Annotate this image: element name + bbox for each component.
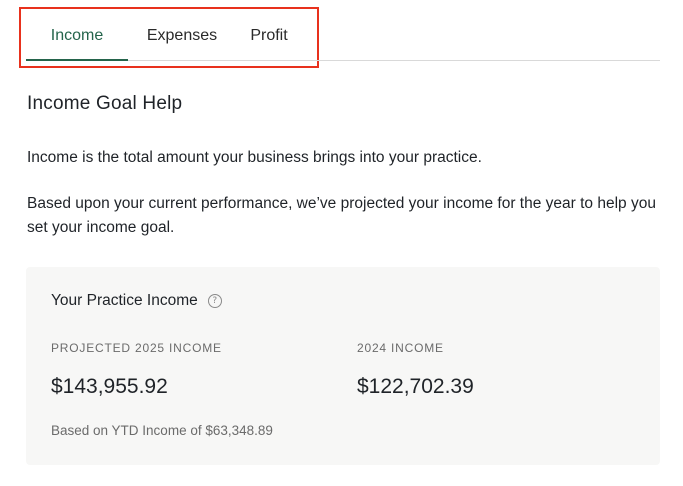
card-title-text: Your Practice Income	[51, 292, 198, 309]
tab-expenses[interactable]: Expenses	[128, 12, 236, 60]
practice-income-card: Your Practice Income ? PROJECTED 2025 IN…	[26, 267, 660, 465]
projection-explanation-text: Based upon your current performance, we’…	[27, 195, 656, 236]
tab-income[interactable]: Income	[26, 12, 128, 61]
page-title: Income Goal Help	[27, 93, 183, 114]
question-circle-icon[interactable]: ?	[207, 294, 222, 308]
income-definition-text: Income is the total amount your business…	[27, 149, 482, 166]
projected-income-value: $143,955.92	[51, 375, 168, 398]
prior-year-income-label: 2024 INCOME	[357, 341, 444, 355]
tab-profit[interactable]: Profit	[236, 12, 302, 60]
tab-bar: Income Expenses Profit	[26, 12, 660, 61]
card-title: Your Practice Income ?	[51, 292, 222, 310]
projected-income-label: PROJECTED 2025 INCOME	[51, 341, 222, 355]
prior-year-income-value: $122,702.39	[357, 375, 474, 398]
ytd-income-footnote: Based on YTD Income of $63,348.89	[51, 423, 273, 438]
